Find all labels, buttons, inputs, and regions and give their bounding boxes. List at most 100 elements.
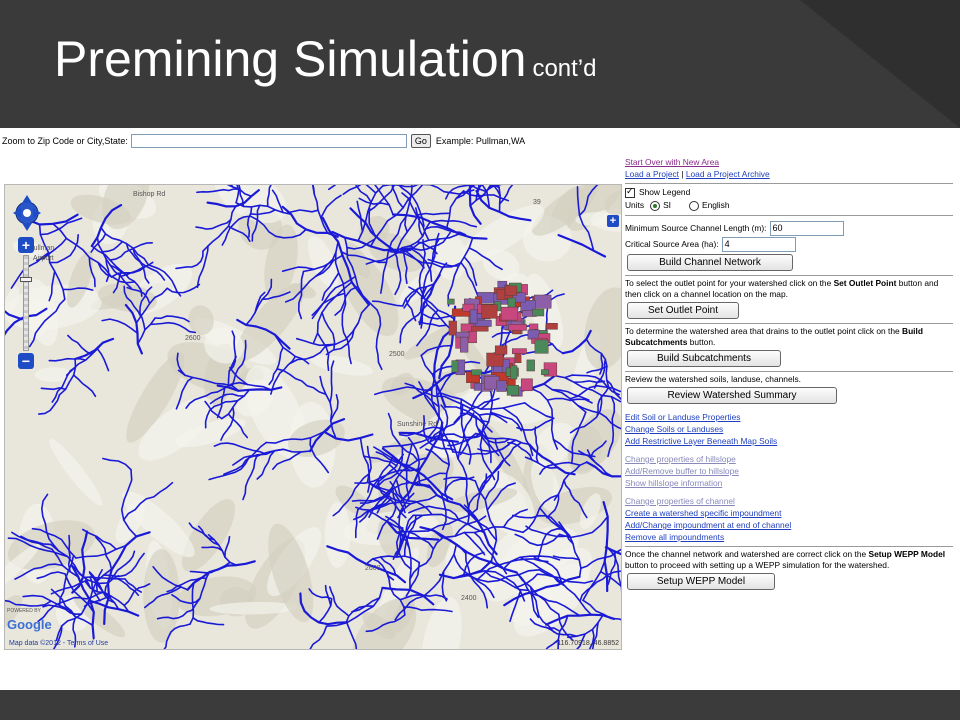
review-section: Review the watershed soils, landuse, cha… [625, 372, 953, 547]
subcatchment-cell [486, 352, 504, 367]
stream-line [417, 212, 450, 216]
subcatchment-cell [481, 304, 498, 319]
subcatchment-cell [508, 324, 527, 331]
change-hillslope-link[interactable]: Change properties of hillslope [625, 453, 953, 465]
subcatchment-cell [447, 298, 455, 305]
stream-line [192, 617, 225, 626]
setup-wepp-button[interactable]: Setup WEPP Model [627, 573, 775, 590]
pan-control-icon[interactable] [13, 193, 41, 233]
subcatchment-section: To determine the watershed area that dra… [625, 324, 953, 372]
app-screenshot: Zoom to Zip Code or City,State: Go Examp… [0, 128, 960, 690]
subcatchment-cell [494, 345, 508, 355]
show-legend-checkbox[interactable] [625, 185, 635, 198]
subcatchment-cell [500, 306, 519, 321]
stream-line [342, 185, 362, 195]
load-archive-link[interactable]: Load a Project Archive [686, 169, 770, 179]
zoom-in-icon[interactable]: + [18, 237, 34, 253]
place-label: 2400 [461, 595, 477, 602]
stream-line [96, 348, 110, 372]
place-label: 2500 [389, 351, 405, 358]
min-source-input[interactable]: 60 [769, 220, 844, 236]
stream-line [320, 194, 342, 219]
buffer-hillslope-link[interactable]: Add/Remove buffer to hillslope [625, 465, 953, 477]
show-hillslope-link[interactable]: Show hillslope information [625, 477, 953, 489]
add-restrictive-layer-link[interactable]: Add Restrictive Layer Beneath Map Soils [625, 435, 953, 447]
outlet-instructions: To select the outlet point for your wate… [625, 278, 939, 299]
subcatchment-cell [496, 380, 507, 392]
setup-section: Once the channel network and watershed a… [625, 547, 953, 594]
stream-line [287, 209, 319, 214]
critical-area-input[interactable]: 4 [721, 236, 796, 252]
subcatchment-cell [451, 360, 459, 373]
subcatchment-cell [469, 309, 478, 324]
stream-line [67, 334, 93, 356]
stream-line [195, 218, 232, 230]
slide-subtitle: cont’d [532, 55, 597, 82]
stream-line [48, 357, 87, 362]
place-label: 2600 [185, 335, 201, 342]
map-view[interactable]: Pullman Airport Bishop Rd Sunshine Rd 39… [4, 184, 622, 650]
subcatchment-cell [471, 369, 482, 376]
place-label: Bishop Rd [133, 191, 166, 198]
zoom-track[interactable] [23, 255, 29, 351]
stream-line [309, 625, 328, 649]
stream-line [154, 315, 190, 323]
stream-line [418, 321, 448, 327]
control-panel: Start Over with New Area Load a Project … [625, 154, 953, 594]
build-subcatchments-button[interactable]: Build Subcatchments [627, 350, 781, 367]
min-source-label: Minimum Source Channel Length (m): [625, 223, 767, 233]
slide-title: Premining Simulation cont’d [54, 31, 597, 87]
setup-instructions: Once the channel network and watershed a… [625, 549, 946, 570]
expand-icon[interactable]: + [607, 215, 619, 227]
set-outlet-button[interactable]: Set Outlet Point [627, 302, 739, 319]
subcatchment-cell [520, 378, 533, 392]
stream-line [38, 394, 61, 415]
subcatchment-cell [448, 320, 457, 336]
remove-impoundments-link[interactable]: Remove all impoundments [625, 531, 953, 543]
subcatch-instructions: To determine the watershed area that dra… [625, 326, 923, 347]
change-channel-link[interactable]: Change properties of channel [625, 495, 953, 507]
unit-si-radio[interactable] [650, 200, 661, 211]
map-canvas[interactable] [5, 185, 622, 650]
unit-english-label: English [702, 200, 730, 210]
change-soils-link[interactable]: Change Soils or Landuses [625, 423, 953, 435]
stream-line [328, 185, 337, 191]
change-impoundment-link[interactable]: Add/Change impoundment at end of channel [625, 519, 953, 531]
stream-line [149, 321, 197, 334]
place-label: Airport [33, 255, 54, 262]
place-label: 39 [533, 199, 541, 206]
stream-line [74, 337, 115, 361]
subcatchment-cell [504, 285, 518, 296]
go-button[interactable]: Go [410, 134, 431, 148]
edit-soil-link[interactable]: Edit Soil or Landuse Properties [625, 411, 953, 423]
zoom-search-input[interactable] [130, 134, 407, 148]
start-over-link[interactable]: Start Over with New Area [625, 156, 953, 168]
terrain-shade [310, 354, 373, 376]
zoom-slider[interactable]: + − [17, 237, 35, 369]
subcatchment-cell [527, 329, 540, 340]
subcatchment-cell [534, 294, 552, 309]
subcatchment-cell [455, 331, 470, 338]
stream-line [208, 457, 250, 481]
terms-link[interactable]: Map data ©2012 - Terms of Use [9, 640, 108, 647]
zoom-thumb[interactable] [20, 277, 32, 282]
subcatchment-cell [532, 308, 545, 317]
subcatchment-cell [507, 297, 516, 309]
unit-si-label: SI [663, 200, 672, 210]
unit-english-radio[interactable] [689, 200, 700, 211]
subcatchment-cell [512, 348, 527, 355]
subcatchment-cell [471, 325, 489, 332]
review-summary-button[interactable]: Review Watershed Summary [627, 387, 837, 404]
project-section: Start Over with New Area Load a Project … [625, 154, 953, 184]
create-impoundment-link[interactable]: Create a watershed specific impoundment [625, 507, 953, 519]
critical-area-label: Critical Source Area (ha): [625, 239, 719, 249]
stream-line [359, 437, 371, 493]
stream-line [96, 236, 132, 289]
google-logo: POWERED BY Google [7, 608, 52, 632]
stream-line [224, 536, 231, 558]
load-project-link[interactable]: Load a Project [625, 169, 679, 179]
zoom-out-icon[interactable]: − [18, 353, 34, 369]
stream-line [40, 387, 67, 391]
build-channel-button[interactable]: Build Channel Network [627, 254, 793, 271]
subcatchment-cell [460, 336, 469, 353]
